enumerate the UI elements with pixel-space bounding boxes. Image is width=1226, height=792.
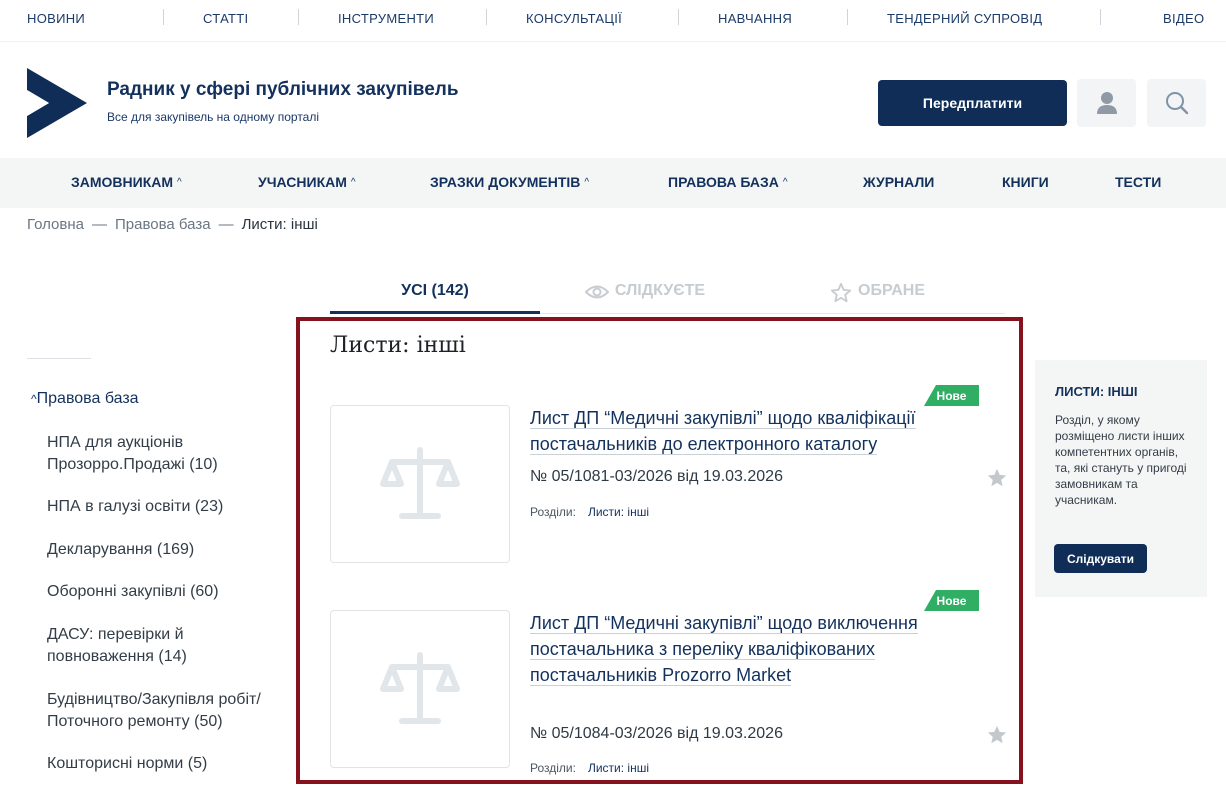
chevron-up-icon: ^ <box>350 176 356 188</box>
doc-thumbnail[interactable] <box>330 405 510 563</box>
breadcrumb-home[interactable]: Головна <box>27 216 84 233</box>
follow-button[interactable]: Слідкувати <box>1054 544 1147 573</box>
site-subtitle: Все для закупівель на одному порталі <box>107 110 320 124</box>
section-info-text: Розділ, у якому розміщено листи інших ко… <box>1055 413 1187 507</box>
top-link-news[interactable]: НОВИНИ <box>27 11 85 26</box>
sidebar-item[interactable]: ДАСУ: перевірки й повноваження (14) <box>47 624 247 668</box>
top-link-training[interactable]: НАВЧАННЯ <box>718 11 792 26</box>
new-badge: Нове <box>924 590 979 611</box>
top-link-video[interactable]: ВІДЕО <box>1163 11 1204 26</box>
star-icon[interactable] <box>986 724 1008 746</box>
chevron-up-icon: ^ <box>177 176 182 188</box>
divider <box>847 9 848 25</box>
top-links-bar: НОВИНИ СТАТТІ ІНСТРУМЕНТИ КОНСУЛЬТАЦІЇ Н… <box>0 0 1226 42</box>
nav-legal-base[interactable]: ПРАВОВА БАЗА ^ <box>668 174 788 190</box>
new-badge: Нове <box>924 385 979 406</box>
sidebar-head[interactable]: ^Правова база <box>31 390 139 408</box>
top-link-consultations[interactable]: КОНСУЛЬТАЦІЇ <box>526 11 622 26</box>
star-icon[interactable] <box>986 467 1008 489</box>
breadcrumb: Головна — Правова база — Листи: інші <box>27 216 318 233</box>
nav-document-samples[interactable]: ЗРАЗКИ ДОКУМЕНТІВ ^ <box>430 174 589 190</box>
sidebar-item[interactable]: Кошторисні норми (5) <box>47 753 287 775</box>
content-panel: Листи: інші Нове Лист ДП “Медичні закупі… <box>296 317 1023 784</box>
doc-sections: Розділи: Листи: інші <box>530 505 649 519</box>
search-button[interactable] <box>1147 79 1206 127</box>
site-logo[interactable] <box>27 68 87 138</box>
section-info-title: ЛИСТИ: ІНШІ <box>1055 384 1138 399</box>
tab-all[interactable]: УСІ (142) <box>330 282 540 314</box>
doc-title-link[interactable]: Лист ДП “Медичні закупівлі” щодо кваліфі… <box>530 405 990 457</box>
subscribe-button[interactable]: Передплатити <box>878 80 1067 126</box>
doc-number: № 05/1081-03/2026 від 19.03.2026 <box>530 468 783 485</box>
doc-number: № 05/1084-03/2026 від 19.03.2026 <box>530 725 783 742</box>
search-icon <box>1165 92 1188 115</box>
nav-participants[interactable]: УЧАСНИКАМ ^ <box>258 174 356 190</box>
user-icon <box>1096 92 1117 114</box>
doc-section-link[interactable]: Листи: інші <box>588 505 649 519</box>
doc-thumbnail[interactable] <box>330 610 510 768</box>
top-link-tender[interactable]: ТЕНДЕРНИЙ СУПРОВІД <box>887 11 1042 26</box>
section-info-panel: ЛИСТИ: ІНШІ Розділ, у якому розміщено ли… <box>1035 360 1207 597</box>
nav-tests[interactable]: ТЕСТИ <box>1115 174 1161 190</box>
site-title: Радник у сфері публічних закупівель <box>107 79 459 100</box>
divider <box>163 9 164 25</box>
tab-following[interactable]: СЛІДКУЄТЕ <box>540 282 750 314</box>
main-nav: ЗАМОВНИКАМ ^ УЧАСНИКАМ ^ ЗРАЗКИ ДОКУМЕНТІВ… <box>0 158 1226 208</box>
scales-icon <box>380 652 460 724</box>
breadcrumb-section[interactable]: Правова база <box>115 216 211 233</box>
sidebar-item[interactable]: НПА для аукціонів Прозорро.Продажі (10) <box>47 432 247 476</box>
nav-customers[interactable]: ЗАМОВНИКАМ ^ <box>71 174 182 190</box>
sidebar-item[interactable]: Будівництво/Закупівля робіт/ Поточного р… <box>47 689 295 733</box>
divider <box>678 9 679 25</box>
tab-favorites[interactable]: ОБРАНЕ <box>750 282 1005 314</box>
chevron-up-icon: ^ <box>782 176 788 188</box>
eye-icon <box>584 285 609 299</box>
nav-journals[interactable]: ЖУРНАЛИ <box>863 174 934 190</box>
star-icon <box>830 282 852 303</box>
scales-icon <box>380 447 460 519</box>
sidebar-item[interactable]: Декларування (169) <box>47 539 287 561</box>
sidebar-item[interactable]: НПА в галузі освіти (23) <box>47 496 287 518</box>
doc-section-link[interactable]: Листи: інші <box>588 761 649 775</box>
page-title: Листи: інші <box>330 333 466 358</box>
user-button[interactable] <box>1077 79 1136 127</box>
chevron-up-icon: ^ <box>584 176 590 188</box>
top-link-articles[interactable]: СТАТТІ <box>203 11 248 26</box>
breadcrumb-current: Листи: інші <box>241 216 318 233</box>
divider <box>1100 9 1101 25</box>
divider <box>486 9 487 25</box>
sidebar-item[interactable]: Оборонні закупівлі (60) <box>47 581 287 603</box>
top-link-tools[interactable]: ІНСТРУМЕНТИ <box>338 11 434 26</box>
sidebar-divider <box>27 358 91 359</box>
nav-books[interactable]: КНИГИ <box>1002 174 1049 190</box>
doc-title-link[interactable]: Лист ДП “Медичні закупівлі” щодо виключе… <box>530 610 940 688</box>
divider <box>298 9 299 25</box>
doc-sections: Розділи: Листи: інші <box>530 761 649 775</box>
